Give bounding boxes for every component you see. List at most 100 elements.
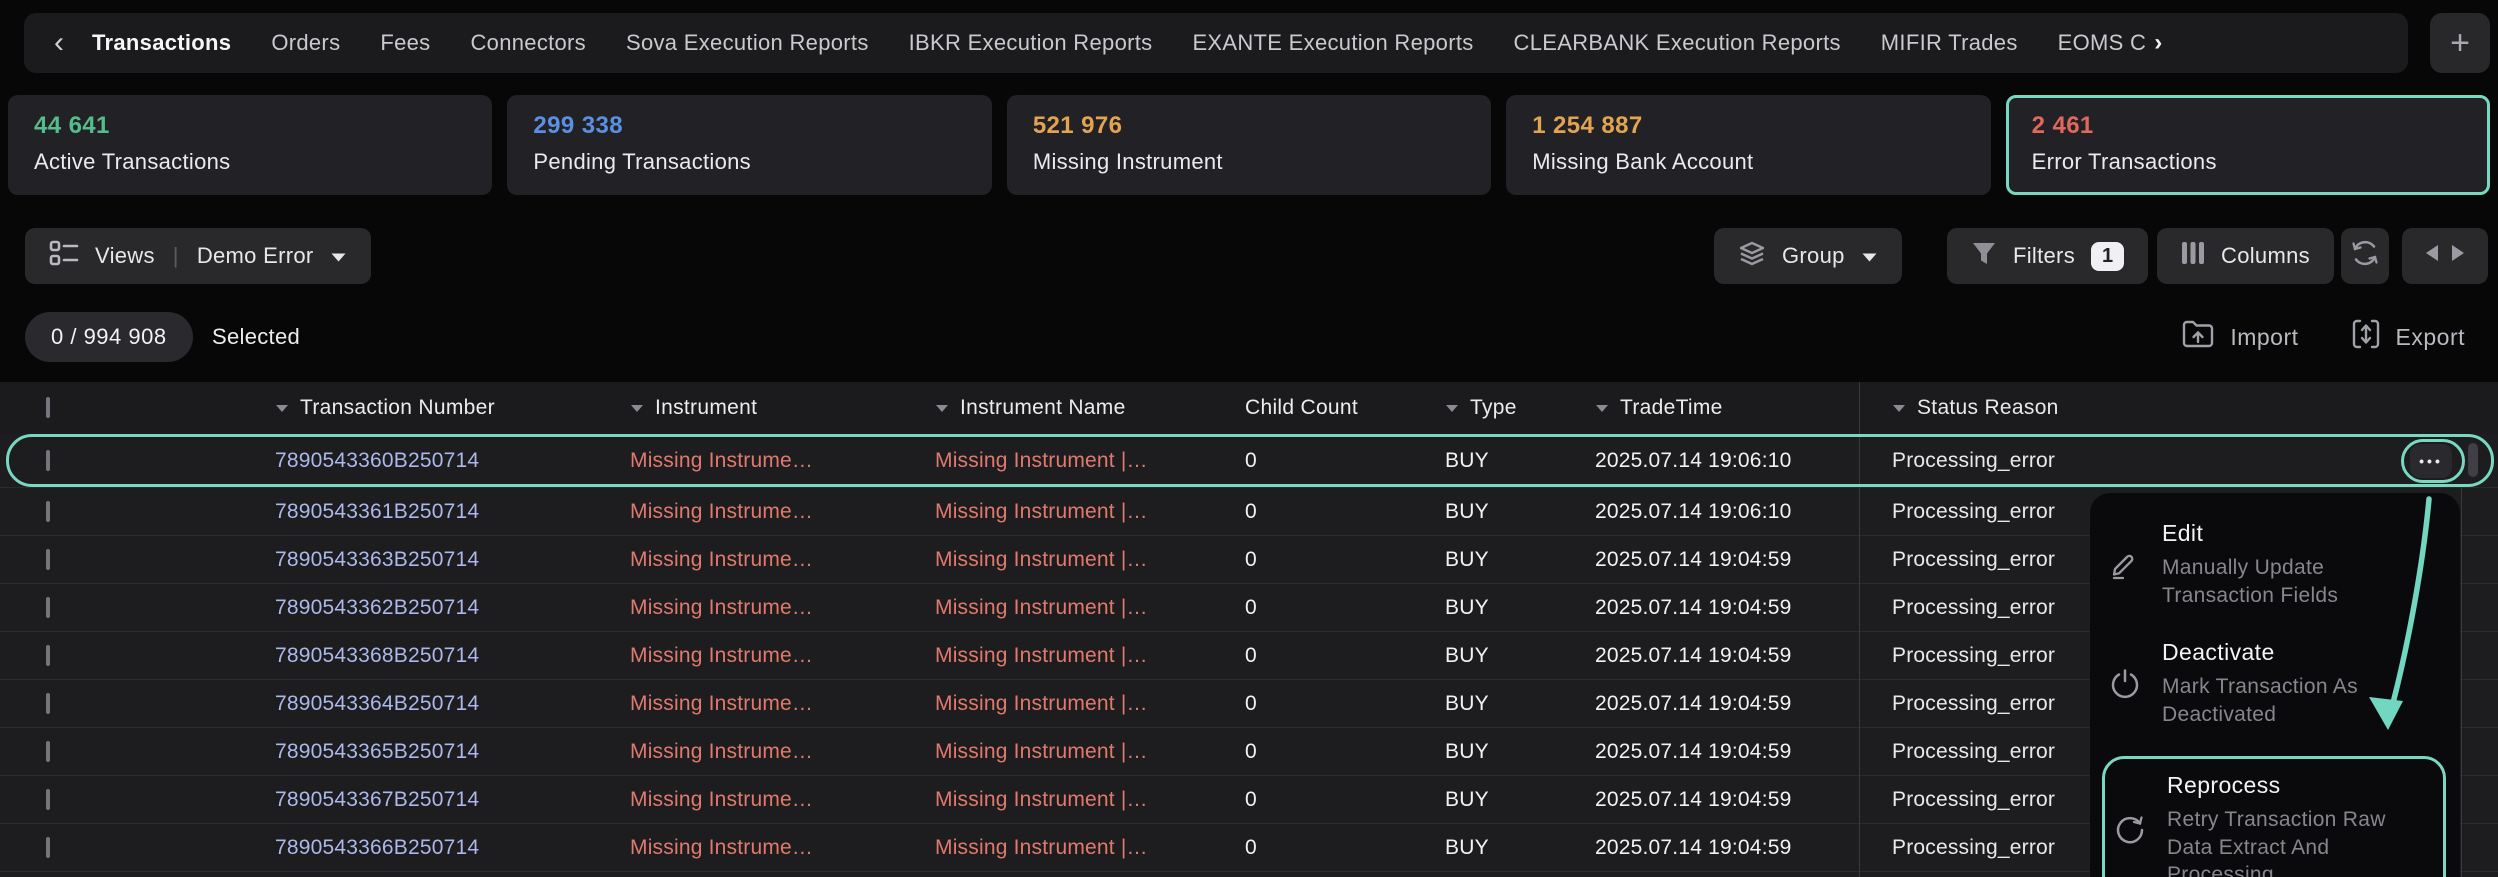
instrument-cell: Missing Instrume…	[610, 449, 915, 473]
column-header-child-count[interactable]: Child Count	[1225, 396, 1425, 420]
export-icon	[2351, 318, 2381, 356]
column-divider	[2461, 487, 2462, 877]
instrument-name-cell: Missing Instrument |…	[915, 692, 1225, 716]
column-header-instrument-name[interactable]: Instrument Name	[915, 396, 1225, 420]
instrument-cell: Missing Instrume…	[610, 548, 915, 572]
stat-card-pending-transactions[interactable]: 299 338 Pending Transactions	[507, 95, 991, 195]
instrument-name-cell: Missing Instrument |…	[915, 740, 1225, 764]
triangle-left-icon	[2424, 243, 2440, 269]
column-header-transaction-number[interactable]: Transaction Number	[255, 396, 610, 420]
tradetime-cell: 2025.07.14 19:04:59	[1575, 692, 1860, 716]
tab-ibkr-execution-reports[interactable]: IBKR Execution Reports	[909, 30, 1153, 56]
export-button[interactable]: Export	[2351, 318, 2465, 356]
group-button[interactable]: Group	[1714, 228, 1902, 284]
row-checkbox[interactable]	[46, 789, 50, 810]
instrument-name-cell: Missing Instrument |…	[915, 449, 1225, 473]
instrument-cell: Missing Instrume…	[610, 788, 915, 812]
pencil-icon	[2104, 549, 2146, 581]
column-header-type[interactable]: Type	[1425, 396, 1575, 420]
stat-card-missing-bank-account[interactable]: 1 254 887 Missing Bank Account	[1506, 95, 1990, 195]
menu-item-subtitle: Manually Update Transaction Fields	[2162, 554, 2414, 609]
column-header-tradetime[interactable]: TradeTime	[1575, 396, 1860, 420]
selection-label: Selected	[212, 312, 300, 362]
tab-sova-execution-reports[interactable]: Sova Execution Reports	[626, 30, 869, 56]
instrument-cell: Missing Instrume…	[610, 692, 915, 716]
child-count-cell: 0	[1225, 740, 1425, 764]
transaction-number-cell: 7890543367B250714	[255, 788, 610, 812]
row-checkbox[interactable]	[46, 645, 50, 666]
instrument-name-cell: Missing Instrument |…	[915, 644, 1225, 668]
row-checkbox[interactable]	[46, 501, 50, 522]
vertical-scrollbar-thumb[interactable]	[2468, 443, 2478, 477]
tradetime-cell: 2025.07.14 19:04:59	[1575, 788, 1860, 812]
stat-card-active-transactions[interactable]: 44 641 Active Transactions	[8, 95, 492, 195]
row-checkbox[interactable]	[46, 741, 50, 762]
tab-fees[interactable]: Fees	[380, 30, 430, 56]
transaction-number-cell: 7890543363B250714	[255, 548, 610, 572]
import-label: Import	[2230, 324, 2298, 351]
row-checkbox[interactable]	[46, 693, 50, 714]
column-header-instrument[interactable]: Instrument	[610, 396, 915, 420]
row-checkbox[interactable]	[46, 837, 50, 858]
instrument-name-cell: Missing Instrument |…	[915, 596, 1225, 620]
tab-clearbank-execution-reports[interactable]: CLEARBANK Execution Reports	[1514, 30, 1841, 56]
tradetime-cell: 2025.07.14 19:04:59	[1575, 836, 1860, 860]
transactions-page: ‹ Transactions Orders Fees Connectors So…	[0, 0, 2498, 877]
tab-eoms[interactable]: EOMS C	[2058, 30, 2147, 56]
selection-count: 0 / 994 908	[51, 324, 167, 350]
stat-card-missing-instrument[interactable]: 521 976 Missing Instrument	[1007, 95, 1491, 195]
column-header-status-reason[interactable]: Status Reason	[1860, 396, 2498, 420]
menu-item-edit[interactable]: Edit Manually Update Transaction Fields	[2090, 505, 2460, 624]
instrument-name-cell: Missing Instrument |…	[915, 836, 1225, 860]
table-row[interactable]: 7890543360B250714 Missing Instrume… Miss…	[0, 434, 2498, 487]
tab-mifir-trades[interactable]: MIFIR Trades	[1881, 30, 2018, 56]
type-cell: BUY	[1425, 548, 1575, 572]
chevron-left-icon[interactable]: ‹	[54, 28, 64, 58]
caret-down-icon	[630, 404, 644, 413]
tradetime-cell: 2025.07.14 19:06:10	[1575, 449, 1860, 473]
chevron-down-icon	[1861, 243, 1878, 269]
stat-card-error-transactions[interactable]: 2 461 Error Transactions	[2006, 95, 2490, 195]
transaction-number-cell: 7890543360B250714	[255, 449, 610, 473]
tradetime-cell: 2025.07.14 19:06:10	[1575, 500, 1860, 524]
filters-count-badge: 1	[2091, 242, 2124, 271]
type-cell: BUY	[1425, 692, 1575, 716]
stat-value: 2 461	[2032, 112, 2464, 140]
menu-item-reprocess[interactable]: Reprocess Retry Transaction Raw Data Ext…	[2102, 756, 2446, 877]
views-icon	[49, 240, 79, 272]
tab-transactions[interactable]: Transactions	[92, 30, 231, 56]
funnel-icon	[1971, 241, 1997, 272]
row-actions-ellipsis-button[interactable]: •••	[2410, 444, 2452, 478]
transaction-number-cell: 7890543362B250714	[255, 596, 610, 620]
refresh-icon	[2350, 238, 2380, 274]
caret-down-icon	[275, 404, 289, 413]
views-label: Views	[95, 243, 155, 269]
import-button[interactable]: Import	[2181, 318, 2298, 356]
menu-item-title: Reprocess	[2167, 772, 2419, 799]
export-label: Export	[2396, 324, 2465, 351]
row-checkbox[interactable]	[46, 549, 50, 570]
type-cell: BUY	[1425, 836, 1575, 860]
type-cell: BUY	[1425, 500, 1575, 524]
tradetime-cell: 2025.07.14 19:04:59	[1575, 740, 1860, 764]
top-nav: ‹ Transactions Orders Fees Connectors So…	[24, 13, 2408, 73]
columns-button[interactable]: Columns	[2157, 228, 2334, 284]
menu-item-deactivate[interactable]: Deactivate Mark Transaction As Deactivat…	[2090, 624, 2460, 743]
page-nav-button[interactable]	[2402, 228, 2488, 284]
table-header: Transaction Number Instrument Instrument…	[0, 382, 2498, 434]
status-reason-cell: Processing_error	[1860, 449, 2498, 473]
tab-exante-execution-reports[interactable]: EXANTE Execution Reports	[1192, 30, 1473, 56]
chevron-right-icon[interactable]: ›	[2154, 29, 2162, 57]
views-selector-button[interactable]: Views | Demo Error	[25, 228, 371, 284]
child-count-cell: 0	[1225, 788, 1425, 812]
row-checkbox[interactable]	[46, 450, 50, 471]
row-checkbox[interactable]	[46, 597, 50, 618]
add-tab-button[interactable]: +	[2430, 13, 2490, 73]
filters-button[interactable]: Filters 1	[1947, 228, 2148, 284]
transaction-number-cell: 7890543361B250714	[255, 500, 610, 524]
tab-orders[interactable]: Orders	[271, 30, 340, 56]
chevron-down-icon	[330, 243, 347, 269]
tab-connectors[interactable]: Connectors	[470, 30, 586, 56]
refresh-button[interactable]	[2341, 228, 2389, 284]
select-all-checkbox[interactable]	[46, 397, 50, 418]
